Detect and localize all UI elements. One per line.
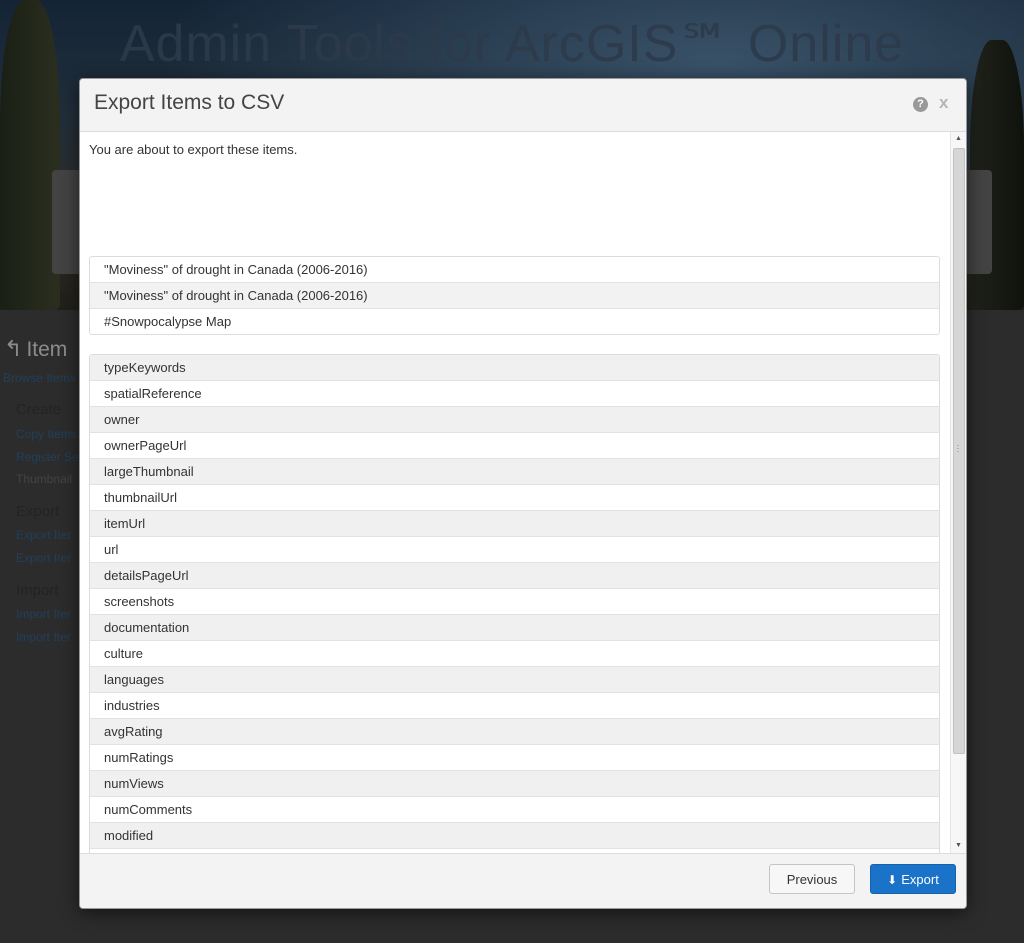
previous-button[interactable]: Previous <box>769 864 855 894</box>
list-item: #Snowpocalypse Map <box>90 309 939 334</box>
field-row: thumbnailUrl <box>90 485 939 511</box>
field-row: modified <box>90 823 939 849</box>
list-item: "Moviness" of drought in Canada (2006-20… <box>90 283 939 309</box>
field-row: culture <box>90 641 939 667</box>
intro-text: You are about to export these items. <box>89 142 298 157</box>
items-list: "Moviness" of drought in Canada (2006-20… <box>89 256 940 335</box>
field-row: owner <box>90 407 939 433</box>
export-items-modal: Export Items to CSV ? x You are about to… <box>79 78 967 909</box>
field-row: documentation <box>90 615 939 641</box>
fields-list: typeKeywords spatialReference owner ownerPa… <box>89 354 940 853</box>
field-row: avgRating <box>90 719 939 745</box>
modal-title: Export Items to CSV <box>94 91 285 114</box>
field-row: ownerPageUrl <box>90 433 939 459</box>
field-row: detailsPageUrl <box>90 563 939 589</box>
field-row: itemUrl <box>90 511 939 537</box>
scroll-up-arrow-icon[interactable]: ▲ <box>951 132 966 146</box>
download-icon: ⬇ <box>887 873 898 887</box>
modal-scrollbar[interactable]: ▲ --- ▼ <box>950 132 966 853</box>
field-row: numRatings <box>90 745 939 771</box>
field-row: numComments <box>90 797 939 823</box>
field-row: typeKeywords <box>90 355 939 381</box>
field-row: industries <box>90 693 939 719</box>
modal-body: You are about to export these items. "Mo… <box>80 132 950 853</box>
scroll-down-arrow-icon[interactable]: ▼ <box>951 839 966 853</box>
export-button-label: Export <box>901 872 939 887</box>
field-row: screenshots <box>90 589 939 615</box>
modal-footer: Previous ⬇ Export <box>80 853 966 908</box>
grip-icon: --- <box>957 443 959 455</box>
scrollbar-thumb[interactable]: --- <box>953 148 965 754</box>
close-icon[interactable]: x <box>939 93 948 113</box>
question-circle-icon[interactable]: ? <box>913 97 928 112</box>
field-row: largeThumbnail <box>90 459 939 485</box>
export-button[interactable]: ⬇ Export <box>870 864 956 894</box>
field-row: languages <box>90 667 939 693</box>
modal-header: Export Items to CSV ? x <box>80 79 966 132</box>
field-row: numViews <box>90 771 939 797</box>
list-item: "Moviness" of drought in Canada (2006-20… <box>90 257 939 283</box>
field-row: url <box>90 537 939 563</box>
field-row: spatialReference <box>90 381 939 407</box>
